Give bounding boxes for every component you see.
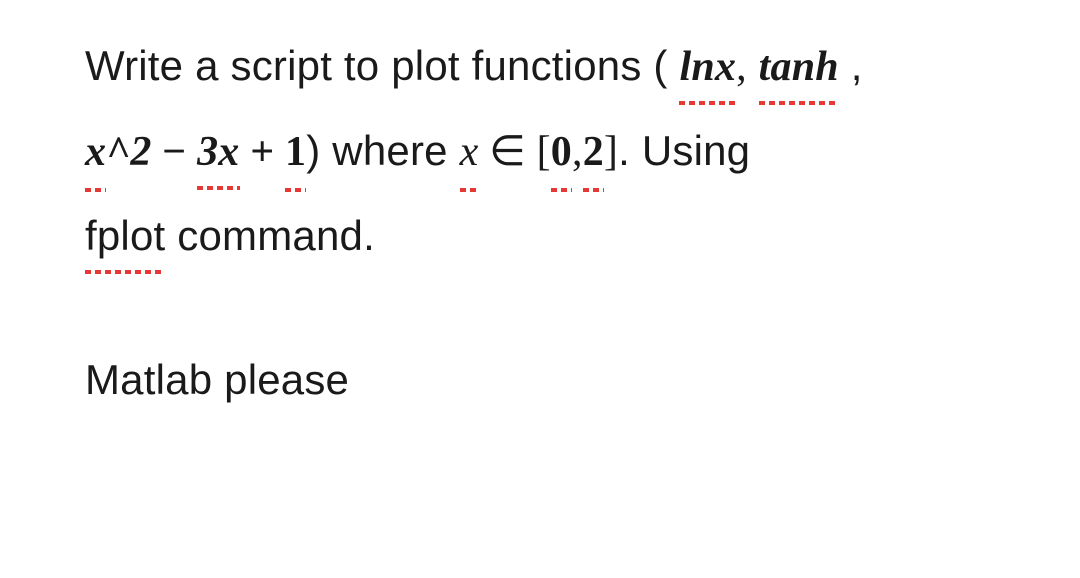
text-where: ) where [306,127,459,174]
text-x-sq: x [85,110,106,194]
text-write-script: Write a script to plot functions ( [85,42,668,89]
text-zero: 0 [551,110,572,194]
text-two: 2 [583,110,604,194]
text-tanh: tanh [759,25,839,109]
text-comma3: , [572,129,583,175]
text-command: command. [165,212,375,259]
text-minus: − [152,129,198,175]
text-fplot: fplot [85,194,165,278]
text-caret2: ^2 [106,129,151,175]
text-comma1: , [736,44,747,90]
text-comma2: , [839,42,863,89]
question-content: Write a script to plot functions ( lnx, … [85,24,1000,422]
text-matlab: Matlab please [85,356,349,403]
text-one: 1 [285,110,306,194]
paragraph-2: Matlab please [85,338,1000,422]
text-bracket-close: ] [604,129,618,175]
text-element: ∈ [478,129,536,175]
text-plus: + [240,129,286,175]
text-bracket-open: [ [537,129,551,175]
paragraph-1: Write a script to plot functions ( lnx, … [85,24,1000,278]
text-3x: 3x [197,110,239,194]
text-lnx: lnx [679,25,736,109]
text-using: . Using [618,127,750,174]
text-x-var: x [460,110,479,194]
